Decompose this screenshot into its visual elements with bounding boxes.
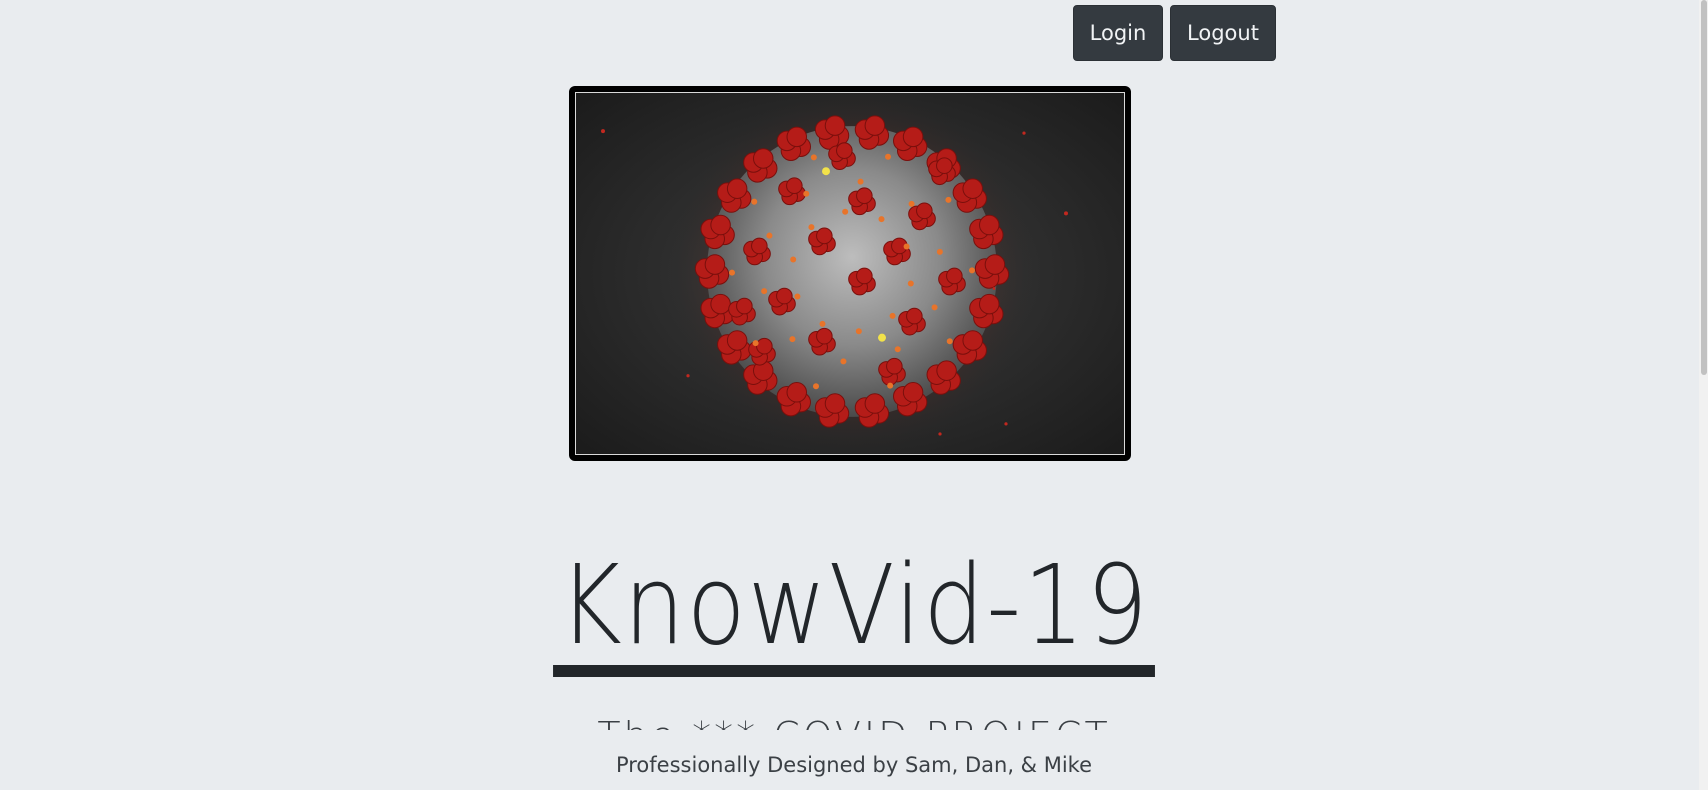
spike-protein: [748, 337, 776, 366]
virus-detail-dot: [840, 358, 847, 365]
virus-detail-dot: [789, 336, 796, 343]
virus-detail-dot: [855, 328, 862, 335]
spike-protein: [928, 157, 956, 186]
virus-detail-dot: [946, 338, 953, 345]
virus-detail-dot: [729, 269, 736, 276]
spike-protein: [778, 177, 806, 206]
virus-detail-dot: [857, 178, 864, 185]
virus-detail-dot: [903, 243, 910, 250]
site-tagline: The *** COVID PROJECT: [597, 714, 1110, 730]
virus-detail-dot: [889, 312, 896, 319]
virus-detail-dot: [803, 190, 810, 197]
spike-protein: [893, 381, 928, 417]
spike-protein: [828, 142, 856, 171]
coronavirus-image: [575, 92, 1125, 455]
logout-button[interactable]: Logout: [1170, 5, 1276, 61]
virus-detail-dot: [894, 346, 901, 353]
spike-protein: [854, 393, 890, 428]
virus-detail-dot: [794, 293, 801, 300]
spike-protein: [893, 126, 928, 161]
spike-protein: [694, 254, 730, 289]
spike-protein: [717, 330, 752, 365]
virus-detail-dot: [751, 198, 758, 205]
spike-protein: [743, 237, 771, 266]
virus-detail-dot: [808, 224, 815, 231]
virus-detail-dot: [878, 216, 885, 223]
virus-detail-dot: [887, 382, 894, 389]
spike-protein: [848, 187, 876, 216]
spike-protein: [898, 307, 926, 336]
virus-detail-dot: [931, 304, 938, 311]
virus-detail-dot: [752, 340, 759, 347]
spike-protein: [974, 254, 1010, 289]
spike-protein: [808, 227, 836, 256]
spike-protein: [776, 381, 811, 417]
brand-header: KnowVid-19: [0, 545, 1708, 677]
spike-protein: [717, 178, 752, 213]
site-title: KnowVid-19: [553, 545, 1155, 677]
spike-protein: [743, 360, 778, 395]
spike-protein: [969, 293, 1004, 329]
spike-protein: [728, 297, 756, 326]
spike-protein: [700, 214, 735, 250]
virus-detail-dot: [945, 196, 952, 203]
tagline-container: The *** COVID PROJECT: [0, 714, 1708, 730]
virus-detail-dot: [812, 383, 819, 390]
login-button[interactable]: Login: [1073, 5, 1163, 61]
scrollbar-thumb[interactable]: [1701, 0, 1707, 375]
virus-detail-dot: [761, 288, 768, 295]
hero-image-frame: [569, 86, 1131, 461]
spike-protein: [938, 267, 966, 296]
virus-detail-dot: [766, 232, 773, 239]
spike-protein: [808, 327, 836, 356]
virus-detail-dot: [968, 267, 975, 274]
virus-detail-dot: [907, 280, 914, 287]
spike-protein: [883, 237, 911, 266]
spike-protein: [776, 126, 811, 161]
auth-nav: Login Logout: [1073, 5, 1276, 61]
spike-protein: [848, 267, 876, 296]
spike-protein: [969, 214, 1004, 250]
spike-protein: [743, 148, 778, 183]
virus-detail-dot: [819, 320, 826, 327]
spike-protein: [952, 330, 987, 365]
virus-detail-dot: [936, 248, 943, 255]
coronavirus-illustration: [601, 93, 1068, 454]
spike-protein: [878, 357, 906, 386]
footer-credit: Professionally Designed by Sam, Dan, & M…: [615, 753, 1093, 777]
virus-detail-dot: [842, 208, 849, 215]
spike-protein: [814, 393, 850, 428]
spike-protein: [952, 178, 987, 213]
virus-detail-dot: [790, 256, 797, 263]
virus-detail-dot: [908, 200, 915, 207]
vertical-scrollbar[interactable]: [1699, 0, 1708, 790]
spike-protein: [908, 202, 936, 231]
spike-protein: [926, 360, 961, 395]
spike-protein: [854, 115, 890, 150]
spike-protein: [768, 287, 796, 316]
virus-detail-dot: [810, 154, 817, 161]
virus-detail-dot: [885, 153, 892, 160]
